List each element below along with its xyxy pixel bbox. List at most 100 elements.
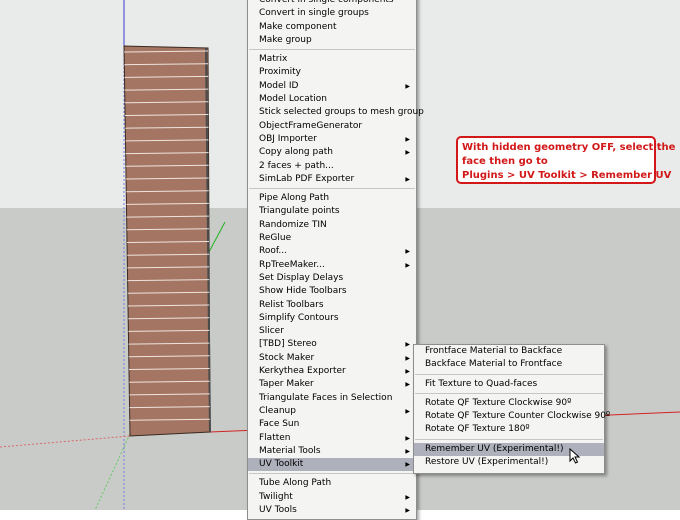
instruction-callout: With hidden geometry OFF, select the fac… bbox=[456, 136, 675, 184]
menu-item-label: Triangulate points bbox=[259, 206, 340, 217]
menu-item-simplify-contours[interactable]: Simplify Contours bbox=[248, 312, 416, 325]
menu-separator bbox=[415, 373, 603, 375]
menu-item-show-hide-toolbars[interactable]: Show Hide Toolbars bbox=[248, 285, 416, 298]
menu-item-label: Fit Texture to Quad-faces bbox=[425, 378, 538, 389]
menu-item-fit-texture-to-quad-faces[interactable]: Fit Texture to Quad-faces bbox=[414, 378, 604, 391]
menu-item-label: Face Sun bbox=[259, 419, 300, 430]
menu-item-obj-importer[interactable]: OBJ Importer ▶ bbox=[248, 133, 416, 146]
menu-separator bbox=[415, 392, 603, 394]
menu-item-uv-tools[interactable]: UV Tools ▶ bbox=[248, 504, 416, 517]
menu-item-label: Triangulate Faces in Selection bbox=[259, 392, 393, 403]
menu-item-label: Restore UV (Experimental!) bbox=[425, 457, 549, 468]
menu-item-label: Relist Toolbars bbox=[259, 299, 324, 310]
menu-item-label: Material Tools bbox=[259, 445, 321, 456]
menu-item-simlab-pdf-exporter[interactable]: SimLab PDF Exporter ▶ bbox=[248, 173, 416, 186]
menu-item-label: SimLab PDF Exporter bbox=[259, 173, 355, 184]
submenu-arrow-icon: ▶ bbox=[405, 447, 410, 455]
menu-item-backface-material-to-frontface[interactable]: Backface Material to Frontface bbox=[414, 358, 604, 371]
menu-item-label: OBJ Importer bbox=[259, 133, 317, 144]
menu-item-label: Rotate QF Texture 180º bbox=[425, 424, 530, 435]
menu-item-roof[interactable]: Roof... ▶ bbox=[248, 245, 416, 258]
menu-separator bbox=[415, 438, 603, 440]
menu-item-label: Proximity bbox=[259, 67, 301, 78]
menu-item-label: Simplify Contours bbox=[259, 312, 339, 323]
brick-tower[interactable] bbox=[123, 45, 211, 437]
green-axis bbox=[208, 221, 226, 253]
menu-item-frontface-material-to-backface[interactable]: Frontface Material to Backface bbox=[414, 345, 604, 358]
menu-item-twilight[interactable]: Twilight ▶ bbox=[248, 491, 416, 504]
menu-item-label: Slicer bbox=[259, 326, 284, 337]
menu-item-label: Make group bbox=[259, 34, 312, 45]
menu-item-label: Stick selected groups to mesh group bbox=[259, 107, 424, 118]
menu-item-label: Model ID bbox=[259, 80, 299, 91]
submenu-arrow-icon: ▶ bbox=[405, 434, 410, 442]
menu-item-model-location[interactable]: Model Location bbox=[248, 93, 416, 106]
menu-item-label: Frontface Material to Backface bbox=[425, 346, 563, 356]
menu-item-taper-maker[interactable]: Taper Maker ▶ bbox=[248, 378, 416, 391]
green-axis-hidden bbox=[94, 433, 131, 510]
menu-item-face-sun[interactable]: Face Sun bbox=[248, 418, 416, 431]
menu-item-tube-along-path[interactable]: Tube Along Path bbox=[248, 477, 416, 490]
menu-item-proximity[interactable]: Proximity bbox=[248, 66, 416, 79]
menu-item-flatten[interactable]: Flatten ▶ bbox=[248, 432, 416, 445]
menu-item-make-component[interactable]: Make component bbox=[248, 21, 416, 34]
menu-separator bbox=[249, 188, 415, 190]
plugins-menu[interactable]: Convert in single components Convert in s… bbox=[247, 0, 424, 520]
menu-item-kerkythea-exporter[interactable]: Kerkythea Exporter ▶ bbox=[248, 365, 416, 378]
submenu-arrow-icon: ▶ bbox=[405, 407, 410, 415]
submenu-arrow-icon: ▶ bbox=[405, 493, 410, 501]
submenu-arrow-icon: ▶ bbox=[405, 248, 410, 256]
submenu-arrow-icon: ▶ bbox=[405, 354, 410, 362]
submenu-arrow-icon: ▶ bbox=[405, 82, 410, 90]
menu-item-rotate-qf-texture-clockwise-90[interactable]: Rotate QF Texture Clockwise 90º bbox=[414, 397, 604, 410]
menu-item-matrix[interactable]: Matrix bbox=[248, 53, 416, 66]
menu-item-label: Kerkythea Exporter bbox=[259, 366, 346, 377]
menu-item-pipe-along-path[interactable]: Pipe Along Path bbox=[248, 192, 416, 205]
callout-line-2: face then go to bbox=[462, 156, 548, 167]
menu-item-label: ReGlue bbox=[259, 233, 292, 244]
menu-item-label: Remember UV (Experimental!) bbox=[425, 443, 564, 454]
menu-item-uv-toolkit[interactable]: UV Toolkit ▶ bbox=[248, 458, 416, 472]
menu-item-label: Convert in single groups bbox=[259, 8, 369, 19]
menu-item-copy-along-path[interactable]: Copy along path ▶ bbox=[248, 146, 416, 159]
menu-item-rptreemaker[interactable]: RpTreeMaker... ▶ bbox=[248, 259, 416, 272]
menu-item-label: RpTreeMaker... bbox=[259, 259, 325, 270]
menu-item-set-display-delays[interactable]: Set Display Delays bbox=[248, 272, 416, 285]
menu-item-randomize-tin[interactable]: Randomize TIN bbox=[248, 219, 416, 232]
menu-item-label: Matrix bbox=[259, 54, 288, 65]
menu-item-convert-in-single-components[interactable]: Convert in single components bbox=[248, 0, 416, 7]
submenu-arrow-icon: ▶ bbox=[405, 261, 410, 269]
submenu-arrow-icon: ▶ bbox=[405, 506, 410, 514]
menu-item-label: 2 faces + path... bbox=[259, 160, 334, 171]
menu-separator bbox=[249, 49, 415, 51]
menu-item-model-id[interactable]: Model ID ▶ bbox=[248, 80, 416, 93]
menu-item-label: Set Display Delays bbox=[259, 272, 344, 283]
menu-item-relist-toolbars[interactable]: Relist Toolbars bbox=[248, 299, 416, 312]
menu-item-rotate-qf-texture-180[interactable]: Rotate QF Texture 180º bbox=[414, 423, 604, 436]
menu-item-label: Model Location bbox=[259, 94, 327, 105]
menu-item-stock-maker[interactable]: Stock Maker ▶ bbox=[248, 352, 416, 365]
submenu-arrow-icon: ▶ bbox=[405, 368, 410, 376]
menu-item-triangulate-points[interactable]: Triangulate points bbox=[248, 205, 416, 218]
menu-item-rotate-qf-texture-counter-clockwise-90[interactable]: Rotate QF Texture Counter Clockwise 90º bbox=[414, 410, 610, 423]
menu-item-label: ObjectFrameGenerator bbox=[259, 120, 363, 131]
submenu-arrow-icon: ▶ bbox=[405, 381, 410, 389]
menu-item-stick-selected-groups-to-mesh-group[interactable]: Stick selected groups to mesh group bbox=[248, 106, 424, 119]
menu-item-objectframegenerator[interactable]: ObjectFrameGenerator bbox=[248, 120, 416, 133]
menu-item-convert-in-single-groups[interactable]: Convert in single groups bbox=[248, 7, 416, 20]
menu-item-label: Convert in single components bbox=[259, 0, 394, 5]
menu-item-reglue[interactable]: ReGlue bbox=[248, 232, 416, 245]
menu-item-material-tools[interactable]: Material Tools ▶ bbox=[248, 445, 416, 458]
mouse-pointer-icon bbox=[569, 448, 581, 464]
menu-item-label: Randomize TIN bbox=[259, 219, 327, 230]
menu-item-label: Stock Maker bbox=[259, 352, 315, 363]
menu-item-tbd-stereo[interactable]: [TBD] Stereo ▶ bbox=[248, 338, 416, 351]
menu-item-cleanup[interactable]: Cleanup ▶ bbox=[248, 405, 416, 418]
menu-item-label: [TBD] Stereo bbox=[259, 339, 317, 350]
menu-item-triangulate-faces-in-selection[interactable]: Triangulate Faces in Selection bbox=[248, 392, 416, 405]
menu-item-2-faces-path[interactable]: 2 faces + path... bbox=[248, 160, 416, 173]
menu-item-label: Twilight bbox=[259, 491, 293, 502]
submenu-arrow-icon: ▶ bbox=[405, 341, 410, 349]
menu-item-slicer[interactable]: Slicer bbox=[248, 325, 416, 338]
menu-item-make-group[interactable]: Make group bbox=[248, 34, 416, 47]
